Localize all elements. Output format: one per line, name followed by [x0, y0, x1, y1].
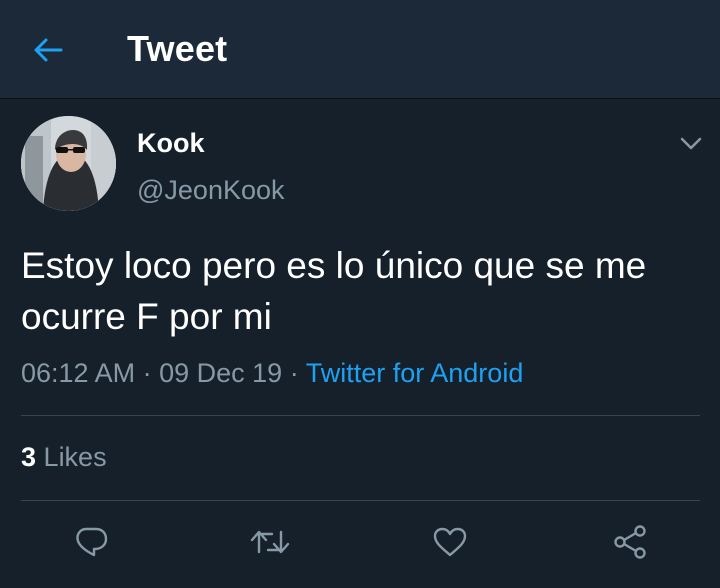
author-handle[interactable]: @JeonKook — [137, 175, 285, 206]
author-name[interactable]: Kook — [137, 128, 205, 159]
divider — [21, 415, 700, 416]
tweet-source-link[interactable]: Twitter for Android — [306, 358, 524, 388]
reply-button[interactable] — [67, 518, 115, 566]
tweet-detail-screen: Tweet Kook @JeonKook Estoy loco pero es … — [0, 0, 720, 588]
likes-label: Likes — [43, 442, 107, 472]
back-button[interactable] — [26, 30, 70, 70]
retweet-button[interactable] — [246, 518, 294, 566]
more-options-button[interactable] — [676, 130, 706, 158]
share-button[interactable] — [606, 518, 654, 566]
divider — [21, 500, 700, 501]
reply-icon — [74, 526, 108, 558]
share-icon — [612, 524, 648, 560]
top-app-bar: Tweet — [0, 0, 720, 99]
page-title: Tweet — [127, 28, 228, 69]
likes-stat[interactable]: 3 Likes — [21, 442, 107, 473]
metadata-separator: · — [142, 358, 152, 388]
tweet-date: 09 Dec 19 — [159, 358, 283, 388]
metadata-separator: · — [289, 358, 299, 388]
retweet-icon — [250, 527, 290, 557]
like-button[interactable] — [426, 518, 474, 566]
arrow-left-icon — [33, 37, 63, 63]
tweet-text: Estoy loco pero es lo único que se me oc… — [21, 245, 647, 337]
chevron-down-icon — [680, 137, 702, 151]
tweet-time: 06:12 AM — [21, 358, 136, 388]
heart-icon — [432, 526, 468, 558]
likes-count: 3 — [21, 442, 37, 472]
avatar[interactable] — [21, 116, 116, 211]
tweet-metadata: 06:12 AM · 09 Dec 19 · Twitter for Andro… — [21, 358, 523, 389]
